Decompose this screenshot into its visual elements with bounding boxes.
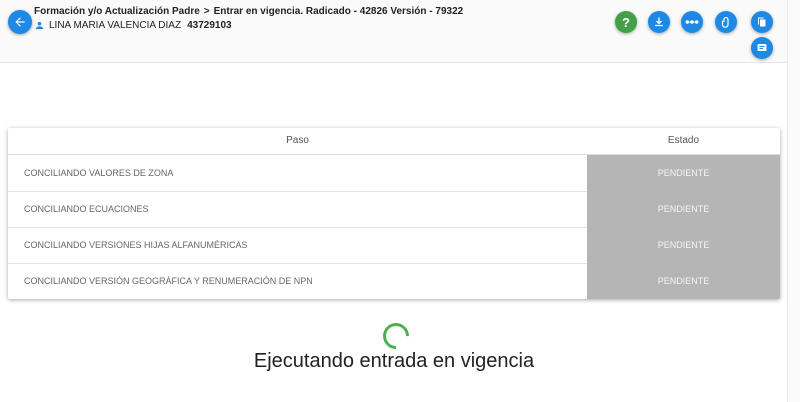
download-button[interactable] xyxy=(648,11,670,33)
status-badge: PENDIENTE xyxy=(587,155,780,191)
loading-spinner-icon xyxy=(377,317,415,355)
user-id: 43729103 xyxy=(187,20,232,31)
breadcrumb-parent: Formación y/o Actualización Padre xyxy=(34,6,200,17)
copy-button[interactable] xyxy=(751,11,773,33)
arrow-left-icon xyxy=(15,17,25,27)
table-row: CONCILIANDO ECUACIONES PENDIENTE xyxy=(8,191,780,228)
scrollbar[interactable] xyxy=(787,0,800,402)
steps-table: Paso Estado CONCILIANDO VALORES DE ZONA … xyxy=(8,128,780,299)
table-row: CONCILIANDO VALORES DE ZONA PENDIENTE xyxy=(8,155,780,192)
step-cell: CONCILIANDO VALORES DE ZONA xyxy=(24,168,174,178)
step-cell: CONCILIANDO VERSIONES HIJAS ALFANUMÉRICA… xyxy=(24,240,248,250)
notes-icon xyxy=(757,44,767,51)
breadcrumb-separator: > xyxy=(203,6,210,17)
paperclip-icon xyxy=(721,16,729,28)
more-horizontal-icon xyxy=(685,20,699,24)
table-row: CONCILIANDO VERSIONES HIJAS ALFANUMÉRICA… xyxy=(8,227,780,264)
user-name: LINA MARIA VALENCIA DIAZ xyxy=(49,20,182,31)
status-badge: PENDIENTE xyxy=(587,227,780,263)
step-cell: CONCILIANDO ECUACIONES xyxy=(24,204,149,214)
copy-icon xyxy=(758,17,766,27)
download-icon xyxy=(655,17,663,27)
column-header-paso: Paso xyxy=(286,135,309,146)
user-info: LINA MARIA VALENCIA DIAZ 43729103 xyxy=(34,20,232,31)
help-icon: ? xyxy=(622,14,630,30)
column-header-estado: Estado xyxy=(667,135,700,146)
table-row: CONCILIANDO VERSIÓN GEOGRÁFICA Y RENUMER… xyxy=(8,263,780,299)
notes-button[interactable] xyxy=(751,37,773,59)
more-options-button[interactable] xyxy=(681,11,703,33)
status-badge: PENDIENTE xyxy=(587,191,780,227)
table-header: Paso Estado xyxy=(8,128,780,155)
step-cell: CONCILIANDO VERSIÓN GEOGRÁFICA Y RENUMER… xyxy=(24,276,313,286)
breadcrumb-current: Entrar en vigencia. Radicado - 42826 Ver… xyxy=(213,6,464,17)
help-button[interactable]: ? xyxy=(615,11,637,33)
attachment-button[interactable] xyxy=(715,11,737,33)
status-message: Ejecutando entrada en vigencia xyxy=(253,350,535,372)
status-badge: PENDIENTE xyxy=(587,263,780,299)
person-icon xyxy=(35,21,44,30)
back-button[interactable] xyxy=(8,10,32,34)
breadcrumb: Formación y/o Actualización Padre > Entrar… xyxy=(34,6,463,17)
header: Formación y/o Actualización Padre > Entrar… xyxy=(0,0,800,63)
